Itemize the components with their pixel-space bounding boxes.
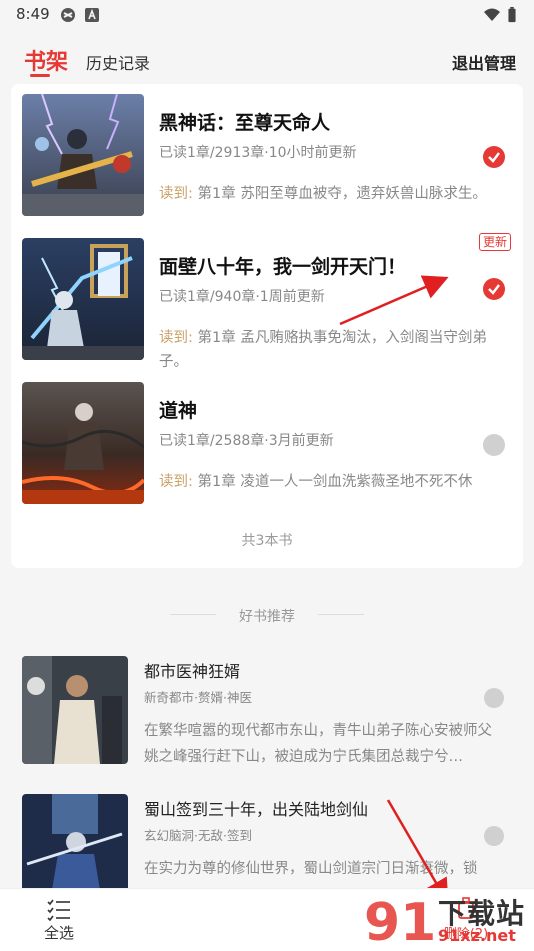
recommend-description: 在实力为尊的修仙世界，蜀山剑道宗门日渐衰微，锁 bbox=[144, 861, 478, 877]
book-progress-meta: 已读1章/2913章·10小时前更新 bbox=[159, 145, 357, 161]
book-item[interactable]: 道神 已读1章/2588章·3月前更新 读到: 第1章 凌道一人一剑血洗紫薇圣地… bbox=[11, 372, 523, 504]
last-read-chapter: 第1章 苏阳至尊血被夺，遗弃妖兽山脉求生。 bbox=[192, 186, 487, 202]
status-bar: 8:49 bbox=[0, 0, 534, 30]
recommend-title: 蜀山签到三十年，出关陆地剑仙 bbox=[144, 800, 369, 819]
tab-active-indicator bbox=[30, 74, 50, 77]
watermark-logo: 91 bbox=[364, 893, 434, 948]
top-tabs: 书架 历史记录 退出管理 bbox=[0, 36, 534, 80]
select-checkbox-unchecked[interactable] bbox=[484, 688, 504, 708]
check-icon bbox=[488, 152, 500, 163]
check-icon bbox=[488, 284, 500, 295]
recommend-item[interactable]: 都市医神狂婿 新奇都市·赘婿·神医 在繁华喧嚣的现代都市东山，青牛山弟子陈心安被… bbox=[0, 656, 534, 786]
recommend-tags: 新奇都市·赘婿·神医 bbox=[144, 690, 252, 705]
book-cover bbox=[22, 382, 144, 504]
book-title: 道神 bbox=[159, 400, 198, 422]
status-time: 8:49 bbox=[16, 5, 50, 23]
book-cover bbox=[22, 238, 144, 360]
last-read-chapter: 第1章 孟凡贿赂执事免淘汰，入剑阁当守剑弟子。 bbox=[159, 330, 487, 370]
last-read-label: 读到: bbox=[159, 474, 193, 490]
select-checkbox-unchecked[interactable] bbox=[483, 434, 505, 456]
book-item[interactable]: 面壁八十年，我一剑开天门！ 更新 已读1章/940章·1周前更新 读到: 第1章… bbox=[11, 228, 523, 370]
book-cover bbox=[22, 94, 144, 216]
book-title: 黑神话：至尊天命人 bbox=[159, 112, 331, 134]
divider-line bbox=[318, 614, 364, 615]
select-all-button[interactable]: 全选 bbox=[44, 922, 74, 943]
book-progress-meta: 已读1章/940章·1周前更新 bbox=[159, 289, 325, 305]
book-last-read: 读到: 第1章 孟凡贿赂执事免淘汰，入剑阁当守剑弟子。 bbox=[159, 326, 509, 374]
last-read-label: 读到: bbox=[159, 186, 193, 202]
exit-manage-button[interactable]: 退出管理 bbox=[452, 50, 516, 74]
book-last-read: 读到: 第1章 苏阳至尊血被夺，遗弃妖兽山脉求生。 bbox=[159, 182, 509, 206]
battery-icon bbox=[508, 7, 516, 23]
wifi-icon bbox=[484, 8, 500, 21]
book-count: 共3本书 bbox=[241, 533, 293, 549]
notification-a-icon bbox=[85, 8, 99, 22]
book-last-read: 读到: 第1章 凌道一人一剑血洗紫薇圣地不死不休 bbox=[159, 470, 509, 494]
app-icon bbox=[61, 8, 75, 22]
recommend-description: 在繁华喧嚣的现代都市东山，青牛山弟子陈心安被师父姚之峰强行赶下山，被迫成为宁氏集… bbox=[144, 723, 492, 765]
tab-bookshelf[interactable]: 书架 bbox=[24, 44, 68, 76]
site-watermark: 91 下载站 91xz.net bbox=[360, 888, 534, 950]
book-progress-meta: 已读1章/2588章·3月前更新 bbox=[159, 433, 334, 449]
recommend-section-title: 好书推荐 bbox=[239, 609, 295, 625]
update-badge: 更新 bbox=[478, 233, 511, 251]
svg-text:91: 91 bbox=[364, 893, 434, 948]
select-checkbox-checked[interactable] bbox=[483, 278, 505, 300]
recommend-cover bbox=[22, 656, 128, 764]
recommend-tags: 玄幻脑洞·无敌·签到 bbox=[144, 828, 252, 843]
last-read-chapter: 第1章 凌道一人一剑血洗紫薇圣地不死不休 bbox=[192, 474, 473, 490]
watermark-url: 91xz.net bbox=[438, 926, 516, 945]
tab-history[interactable]: 历史记录 bbox=[86, 50, 150, 74]
last-read-label: 读到: bbox=[159, 330, 193, 346]
select-checkbox-checked[interactable] bbox=[483, 146, 505, 168]
select-checkbox-unchecked[interactable] bbox=[484, 826, 504, 846]
book-title: 面壁八十年，我一剑开天门！ bbox=[159, 256, 407, 278]
recommend-cover bbox=[22, 794, 128, 902]
select-all-icon bbox=[47, 899, 70, 922]
recommend-title: 都市医神狂婿 bbox=[144, 662, 241, 681]
book-item[interactable]: 黑神话：至尊天命人 已读1章/2913章·10小时前更新 读到: 第1章 苏阳至… bbox=[11, 84, 523, 216]
